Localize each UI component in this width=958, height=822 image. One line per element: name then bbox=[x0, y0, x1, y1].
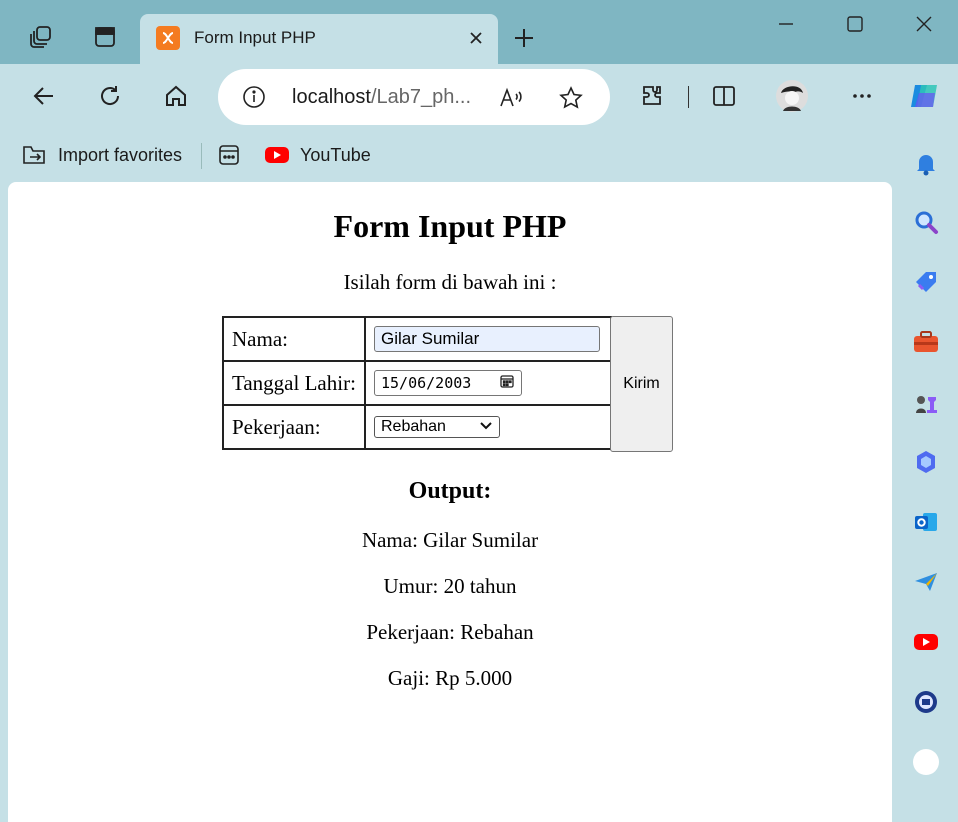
copilot-app-icon[interactable] bbox=[912, 448, 940, 476]
read-aloud-icon[interactable] bbox=[498, 85, 524, 111]
output-heading: Output: bbox=[408, 478, 492, 504]
close-window-button[interactable] bbox=[906, 8, 942, 40]
import-favorites-link[interactable]: Import favorites bbox=[22, 142, 182, 168]
back-button[interactable] bbox=[26, 78, 62, 114]
refresh-button[interactable] bbox=[92, 78, 128, 114]
kirim-button[interactable]: Kirim bbox=[610, 316, 673, 452]
copilot-icon[interactable] bbox=[906, 78, 942, 114]
tanggal-input-value: 15/06/2003 bbox=[381, 374, 472, 392]
nama-input-value: Gilar Sumilar bbox=[381, 329, 480, 348]
app-icon[interactable] bbox=[912, 688, 940, 716]
nama-label: Nama: bbox=[222, 316, 366, 362]
calendar-icon[interactable] bbox=[499, 373, 515, 393]
minimize-button[interactable] bbox=[768, 8, 804, 40]
xampp-favicon-icon bbox=[156, 26, 180, 50]
favorites-separator bbox=[201, 143, 202, 169]
home-button[interactable] bbox=[158, 78, 194, 114]
edge-sidebar bbox=[900, 140, 952, 802]
address-bar[interactable]: localhost/Lab7_ph... bbox=[218, 69, 610, 125]
chevron-down-icon bbox=[479, 418, 493, 437]
nama-input[interactable]: Gilar Sumilar bbox=[374, 326, 600, 352]
github-icon[interactable] bbox=[912, 748, 940, 776]
tag-icon[interactable] bbox=[912, 268, 940, 296]
new-tab-button[interactable] bbox=[508, 22, 540, 54]
briefcase-icon[interactable] bbox=[912, 328, 940, 356]
extensions-icon[interactable] bbox=[634, 78, 670, 114]
close-tab-icon[interactable] bbox=[464, 26, 488, 50]
search-icon[interactable] bbox=[912, 208, 940, 236]
pekerjaan-label: Pekerjaan: bbox=[222, 404, 366, 450]
send-icon[interactable] bbox=[912, 568, 940, 596]
favorite-star-icon[interactable] bbox=[558, 85, 584, 111]
output-umur: Umur: 20 tahun bbox=[383, 574, 517, 598]
form-row-tanggal: Tanggal Lahir: 15/06/2003 bbox=[222, 360, 612, 406]
profile-avatar[interactable] bbox=[774, 78, 810, 114]
url-host: localhost bbox=[292, 86, 371, 108]
toolbar-separator bbox=[688, 86, 689, 108]
split-screen-icon[interactable] bbox=[706, 78, 742, 114]
form-row-nama: Nama: Gilar Sumilar bbox=[222, 316, 612, 362]
youtube-favorite[interactable]: YouTube bbox=[264, 142, 371, 168]
youtube-label: YouTube bbox=[300, 144, 371, 165]
form-row-pekerjaan: Pekerjaan: Rebahan bbox=[222, 404, 612, 450]
browser-toolbar: localhost/Lab7_ph... bbox=[0, 64, 958, 128]
page-content: Form Input PHP Isilah form di bawah ini … bbox=[8, 182, 892, 822]
active-tab[interactable]: Form Input PHP bbox=[140, 14, 498, 64]
apps-favorite[interactable] bbox=[217, 142, 251, 168]
output-pekerjaan: Pekerjaan: Rebahan bbox=[366, 620, 534, 644]
pekerjaan-selected-value: Rebahan bbox=[381, 418, 446, 435]
output-gaji: Gaji: Rp 5.000 bbox=[387, 666, 513, 690]
maximize-button[interactable] bbox=[837, 8, 873, 40]
pekerjaan-cell: Rebahan bbox=[364, 404, 612, 450]
site-info-icon[interactable] bbox=[242, 85, 266, 109]
bell-icon[interactable] bbox=[912, 150, 940, 178]
nama-cell: Gilar Sumilar bbox=[364, 316, 612, 362]
import-favorites-label: Import favorites bbox=[58, 144, 183, 165]
url-text[interactable]: localhost/Lab7_ph... bbox=[292, 86, 471, 109]
tab-strip: Form Input PHP bbox=[0, 0, 958, 64]
tab-actions-icon[interactable] bbox=[90, 22, 120, 52]
favorites-bar: Import favorites YouTube bbox=[0, 132, 900, 178]
pekerjaan-select[interactable]: Rebahan bbox=[374, 416, 500, 438]
outlook-icon[interactable] bbox=[912, 508, 940, 536]
output-nama: Nama: Gilar Sumilar bbox=[361, 528, 539, 552]
tab-title: Form Input PHP bbox=[194, 28, 316, 47]
page-title: Form Input PHP bbox=[333, 208, 567, 244]
youtube-icon[interactable] bbox=[912, 628, 940, 656]
tanggal-lahir-input[interactable]: 15/06/2003 bbox=[374, 370, 522, 396]
more-options-icon[interactable] bbox=[844, 78, 880, 114]
tanggal-label: Tanggal Lahir: bbox=[222, 360, 366, 406]
url-path: /Lab7_ph... bbox=[370, 86, 472, 108]
chess-icon[interactable] bbox=[912, 388, 940, 416]
form-instruction: Isilah form di bawah ini : bbox=[343, 270, 557, 294]
tanggal-cell: 15/06/2003 bbox=[364, 360, 612, 406]
input-form-table: Nama: Gilar Sumilar Tanggal Lahir: 15/06… bbox=[222, 316, 612, 450]
workspaces-icon[interactable] bbox=[26, 22, 56, 52]
